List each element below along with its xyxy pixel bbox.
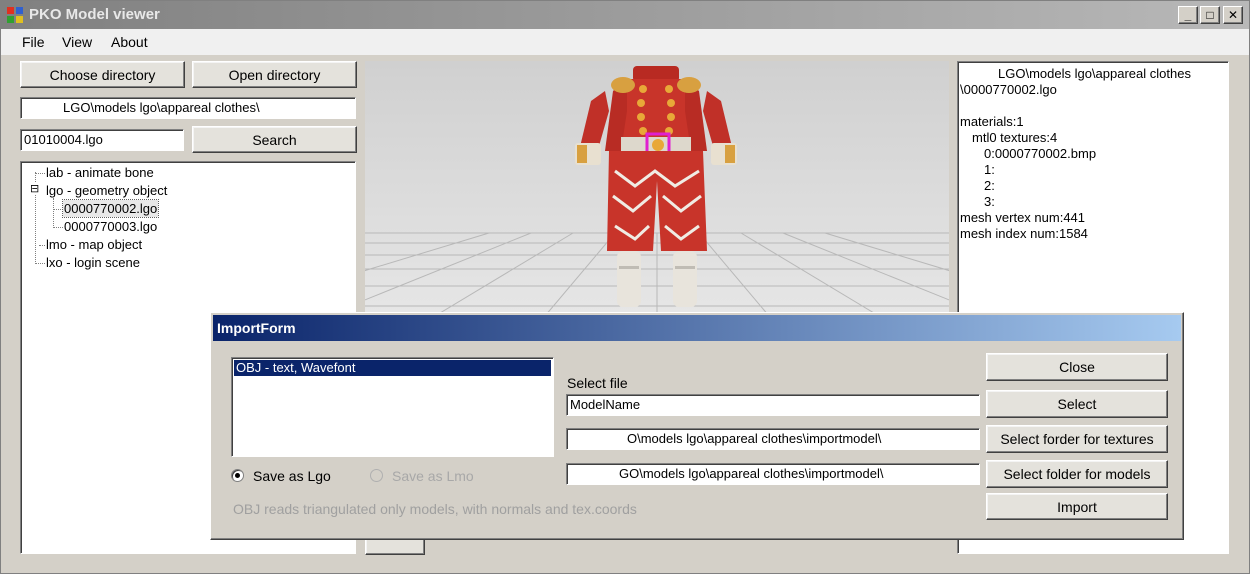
info-texture-1: 1: (984, 162, 995, 177)
search-field[interactable]: 01010004.lgo (20, 129, 184, 151)
info-path-line-1: LGO\models lgo\appareal clothes (998, 66, 1191, 81)
tree-item-lab[interactable]: lab - animate bone (46, 165, 154, 180)
tree-item-lgo[interactable]: lgo - geometry object (46, 183, 167, 198)
format-list[interactable]: OBJ - text, Wavefont (231, 357, 554, 457)
menu-view[interactable]: View (62, 34, 92, 50)
search-button[interactable]: Search (192, 126, 357, 153)
tree-guide-line (53, 198, 54, 228)
menu-about[interactable]: About (111, 34, 148, 50)
format-item-obj[interactable]: OBJ - text, Wavefont (234, 360, 551, 376)
save-as-lmo-label: Save as Lmo (392, 468, 474, 484)
app-icon (7, 7, 23, 23)
info-path-line-2: \0000770002.lgo (960, 82, 1057, 97)
info-texture-0: 0:0000770002.bmp (984, 146, 1097, 161)
tree-connector (35, 173, 45, 174)
tree-item-0000770002[interactable]: 0000770002.lgo (61, 199, 160, 218)
window-title: PKO Model viewer (29, 6, 160, 23)
save-as-lgo-radio[interactable] (231, 469, 244, 482)
import-dialog: ImportForm OBJ - text, Wavefont Save as … (210, 312, 1184, 540)
tree-connector (53, 227, 63, 228)
select-models-folder-button[interactable]: Select folder for models (986, 460, 1168, 488)
select-file-label: Select file (567, 375, 628, 391)
file-name-field[interactable]: ModelName (566, 394, 980, 416)
info-index-count: mesh index num:1584 (960, 226, 1088, 241)
model-viewport[interactable] (365, 61, 949, 316)
textures-folder-field[interactable]: O\models lgo\appareal clothes\importmode… (566, 428, 980, 450)
tree-item-lxo[interactable]: lxo - login scene (46, 255, 140, 270)
minimize-icon: _ (1184, 8, 1192, 22)
title-bar: PKO Model viewer _ □ ✕ (1, 1, 1249, 29)
maximize-icon: □ (1206, 8, 1214, 22)
close-window-button[interactable]: ✕ (1223, 6, 1243, 24)
tree-item-lmo[interactable]: lmo - map object (46, 237, 142, 252)
import-dialog-title: ImportForm (213, 315, 1181, 341)
maximize-button[interactable]: □ (1200, 6, 1220, 24)
import-note: OBJ reads triangulated only models, with… (233, 501, 637, 517)
save-as-lmo-radio (370, 469, 383, 482)
tree-expander-icon[interactable]: ⊟ (30, 183, 40, 195)
select-file-button[interactable]: Select (986, 390, 1168, 418)
tree-item-0000770003[interactable]: 0000770003.lgo (64, 219, 157, 234)
info-texture-2: 2: (984, 178, 995, 193)
menu-bar: File View About (1, 29, 1249, 55)
close-icon: ✕ (1227, 8, 1239, 22)
info-texture-3: 3: (984, 194, 995, 209)
close-button[interactable]: Close (986, 353, 1168, 381)
info-vertex-count: mesh vertex num:441 (960, 210, 1086, 225)
minimize-button[interactable]: _ (1178, 6, 1198, 24)
import-button[interactable]: Import (986, 493, 1168, 520)
models-folder-field[interactable]: GO\models lgo\appareal clothes\importmod… (566, 463, 980, 485)
info-materials: materials:1 (960, 114, 1024, 129)
directory-path-field[interactable]: LGO\models lgo\appareal clothes\ (20, 97, 356, 119)
tree-connector (39, 245, 45, 246)
open-directory-button[interactable]: Open directory (192, 61, 357, 88)
viewport-scene (365, 61, 949, 316)
select-textures-folder-button[interactable]: Select forder for textures (986, 425, 1168, 453)
save-as-lgo-label[interactable]: Save as Lgo (253, 468, 331, 484)
info-textures: mtl0 textures:4 (972, 130, 1058, 145)
menu-file[interactable]: File (22, 34, 45, 50)
tree-connector (35, 263, 45, 264)
tree-connector (53, 209, 63, 210)
choose-directory-button[interactable]: Choose directory (20, 61, 185, 88)
